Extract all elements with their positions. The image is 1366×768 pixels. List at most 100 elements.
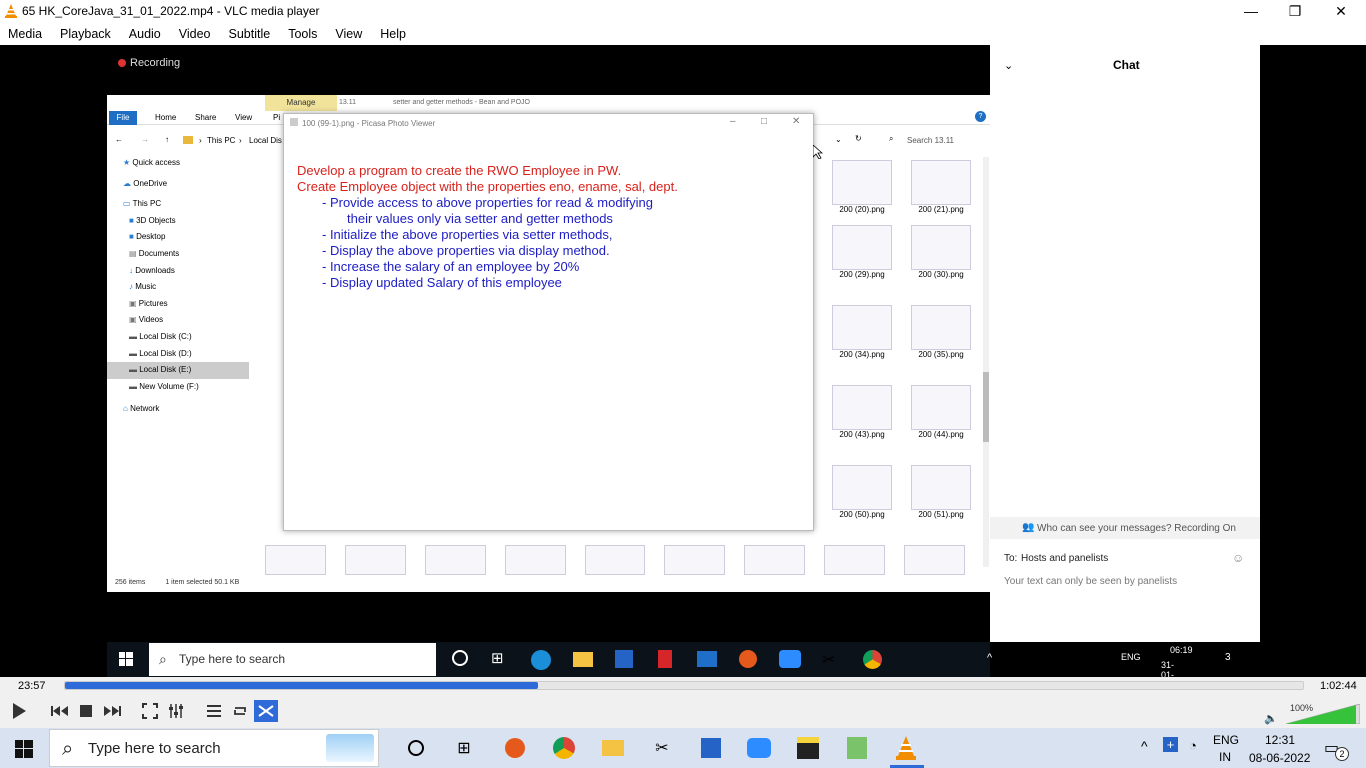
menu-subtitle[interactable]: Subtitle [229,27,271,41]
thumbnail-row [265,545,966,575]
playlist-button[interactable] [202,700,226,722]
up-arrow-icon: ↑ [165,135,169,144]
extended-settings-button[interactable] [164,700,188,722]
chat-to-label: To: [1004,553,1018,564]
volume-speaker-icon[interactable]: 🔈 [1264,712,1278,725]
slide-line-3: - Provide access to above properties for… [322,195,653,210]
thumb-29: 200 (29).png [822,225,902,279]
start-button[interactable] [15,740,33,763]
menu-tools[interactable]: Tools [288,27,317,41]
chevron-right-icon: › [199,136,202,145]
maximize-button[interactable]: ❐ [1272,0,1318,22]
sidebar-item-onedrive: ☁ OneDrive [123,178,168,188]
notification-count: 2 [1335,747,1349,761]
picasa-photo-viewer: 100 (99-1).png - Picasa Photo Viewer – □… [283,113,814,531]
sidebar-item-videos: ▣ Videos [129,315,164,325]
snipping-tool-icon[interactable]: ✂ [650,736,674,760]
next-button[interactable] [100,700,124,722]
play-button[interactable] [6,699,32,723]
record-app-icon[interactable] [503,736,527,760]
tray-chevron-icon[interactable]: ^ [1141,738,1148,754]
refresh-icon: ↻ [855,134,862,143]
sidebar-item-quick-access: ★ Quick access [123,158,180,167]
chat-recipient-select: Hosts and panelists [1021,553,1109,564]
store-icon [615,650,633,668]
chevron-down-icon: ⌄ [835,135,842,144]
store-icon[interactable] [699,736,723,760]
mouse-cursor-icon [812,144,824,162]
tab-file: File [109,111,137,125]
stop-button[interactable] [74,700,98,722]
menu-playback[interactable]: Playback [60,27,111,41]
vlc-icon[interactable] [894,736,918,760]
clock-date[interactable]: 08-06-2022 [1249,751,1310,765]
search-icon: ⌕ [62,738,74,760]
minimize-button[interactable]: — [1228,0,1274,22]
chrome-icon[interactable] [552,736,576,760]
seek-progress [65,682,538,689]
menu-video[interactable]: Video [179,27,211,41]
collapse-chevron-icon: ⌄ [1004,60,1014,72]
zoom-icon [779,650,801,668]
recorded-clock-time: 06:19 [1170,645,1193,655]
menu-help[interactable]: Help [380,27,406,41]
chat-title: Chat [1113,58,1140,72]
menu-view[interactable]: View [335,27,362,41]
cortana-icon[interactable] [404,736,428,760]
fullscreen-button[interactable] [138,700,162,722]
status-item-count: 256 items [115,579,146,586]
sidebar-item-documents: ▤ Documents [129,248,180,258]
thumb-35: 200 (35).png [901,305,981,359]
recording-label: Recording [130,57,181,69]
wifi-icon[interactable]: ◔ [1189,738,1197,753]
total-time: 1:02:44 [1320,680,1357,692]
tray-plus-icon[interactable]: + [1163,737,1178,752]
vlc-cone-icon [5,4,17,18]
notepad-icon[interactable] [845,736,869,760]
search-icon: ⌕ [159,651,167,667]
manage-tab: Manage [265,95,337,111]
tray-chevron-icon: ^ [987,652,993,664]
volume-slider[interactable] [1285,703,1361,725]
explorer-scrollbar [983,157,989,567]
elapsed-time: 23:57 [18,680,46,692]
people-icon: 👥 [1022,522,1035,533]
title-bar: 65 HK_CoreJava_31_01_2022.mp4 - VLC medi… [0,0,1366,22]
forward-arrow-icon: → [141,135,149,144]
thumb-34: 200 (34).png [822,305,902,359]
window-title: 65 HK_CoreJava_31_01_2022.mp4 - VLC medi… [22,4,320,18]
previous-button[interactable] [48,700,72,722]
recorded-taskbar: ⌕ Type here to search ⊞ ✂ ^ ENG 06:19 31… [107,642,1231,690]
file-explorer-icon[interactable] [601,736,625,760]
seek-bar[interactable] [64,681,1304,690]
sidebar-item-local-disk-c: ▬ Local Disk (C:) [129,331,192,341]
weather-widget-icon [326,734,374,762]
taskbar-lang-top[interactable]: ENG [1213,733,1239,747]
tab-home: Home [155,113,177,122]
zoom-icon[interactable] [747,736,771,760]
taskbar-search-box[interactable]: ⌕ Type here to search [49,729,379,767]
clock-time[interactable]: 12:31 [1265,733,1295,747]
taskbar-lang-bottom[interactable]: IN [1219,750,1231,764]
task-view-icon[interactable]: ⊞ [452,736,476,760]
menu-media[interactable]: Media [8,27,42,41]
explorer-title-bar: Manage 13.11 setter and getter methods -… [107,95,990,111]
loop-button[interactable] [228,700,252,722]
shuffle-button[interactable] [254,700,278,722]
sidebar-item-desktop: ■ Desktop [129,232,166,242]
file-explorer-icon [573,652,593,667]
picasa-maximize-icon: □ [761,116,768,127]
menu-audio[interactable]: Audio [129,27,161,41]
explorer-sidebar: ★ Quick access ☁ OneDrive ▭ This PC ■ 3D… [107,155,257,575]
close-button[interactable]: ✕ [1318,0,1364,22]
slide-line-5: - Initialize the above properties via se… [322,227,613,242]
breadcrumb-this-pc: This PC [207,136,236,145]
picasa-title: 100 (99-1).png - Picasa Photo Viewer [302,119,436,128]
cortana-icon [452,650,468,666]
sidebar-item-music: ♪ Music [129,282,157,292]
sticky-notes-icon[interactable] [796,736,820,760]
chat-input: Your text can only be seen by panelists [1004,576,1178,587]
gift-icon [658,650,672,668]
slide-line-7: - Increase the salary of an employee by … [322,259,580,274]
picasa-title-bar: 100 (99-1).png - Picasa Photo Viewer – □… [284,114,813,134]
